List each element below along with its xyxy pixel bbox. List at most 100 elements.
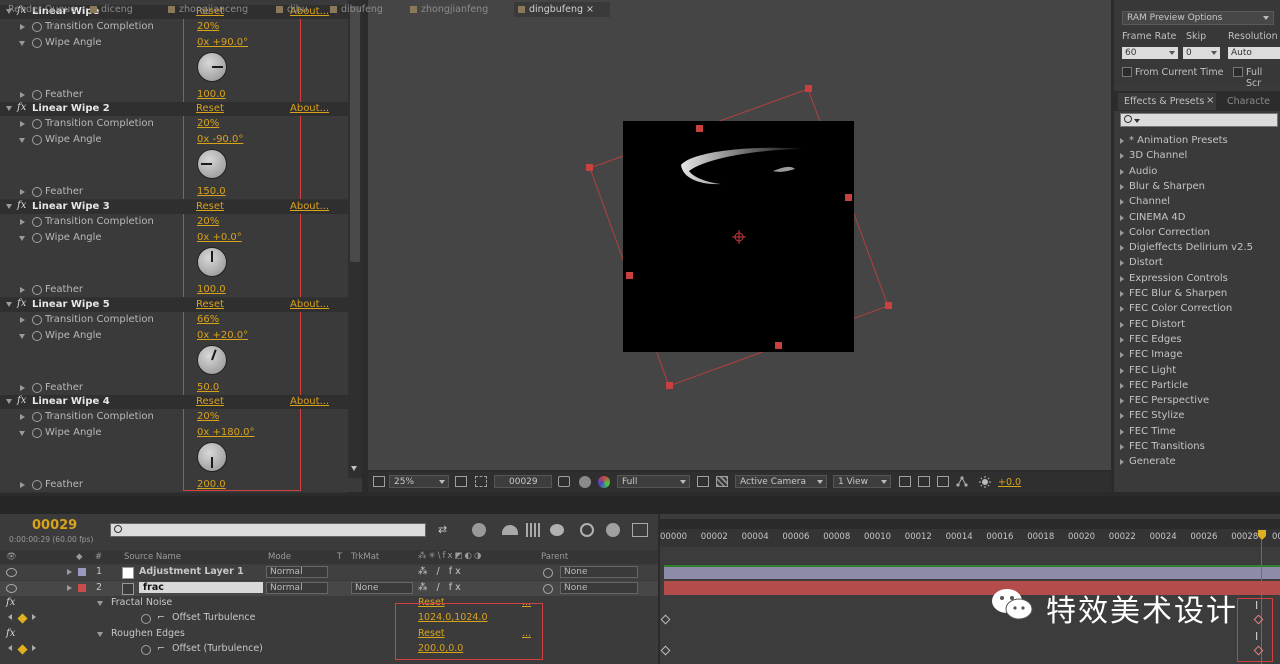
shy-layers-icon[interactable] bbox=[502, 525, 518, 535]
expand-triangle-icon[interactable] bbox=[20, 24, 25, 30]
skip-dropdown[interactable]: 0 bbox=[1183, 47, 1220, 59]
effects-category-item[interactable]: Digieffects Delirium v2.5 bbox=[1129, 242, 1253, 253]
feather-value[interactable]: 150.0 bbox=[197, 186, 226, 197]
effects-category-item[interactable]: FEC Edges bbox=[1129, 334, 1182, 345]
angle-dial[interactable] bbox=[197, 247, 227, 277]
stopwatch-icon[interactable] bbox=[32, 90, 42, 100]
expand-triangle-icon[interactable] bbox=[19, 138, 25, 143]
tab-dibu[interactable]: dibu bbox=[276, 2, 308, 17]
channel-icon[interactable] bbox=[598, 476, 610, 488]
expand-triangle-icon[interactable] bbox=[19, 236, 25, 241]
layer-handle[interactable] bbox=[666, 382, 673, 389]
transition-completion-value[interactable]: 20% bbox=[197, 216, 219, 227]
transition-completion-value[interactable]: 20% bbox=[197, 21, 219, 32]
expand-triangle-icon[interactable] bbox=[67, 585, 72, 591]
expand-triangle-icon[interactable] bbox=[1120, 229, 1124, 236]
stopwatch-icon[interactable] bbox=[141, 645, 151, 655]
effects-category-item[interactable]: Channel bbox=[1129, 196, 1170, 207]
stopwatch-icon[interactable] bbox=[32, 428, 42, 438]
tab-dingbufeng[interactable]: dingbufeng × bbox=[514, 2, 610, 17]
stopwatch-icon[interactable] bbox=[32, 135, 42, 145]
effects-category-item[interactable]: FEC Image bbox=[1129, 349, 1183, 360]
expand-triangle-icon[interactable] bbox=[20, 219, 25, 225]
expand-triangle-icon[interactable] bbox=[1120, 336, 1124, 343]
scroll-down-arrow-icon[interactable] bbox=[351, 466, 357, 471]
wipe-angle-value[interactable]: 0x +90.0° bbox=[197, 37, 248, 48]
effects-category-item[interactable]: FEC Time bbox=[1129, 426, 1176, 437]
ram-preview-options-dropdown[interactable]: RAM Preview Options bbox=[1122, 11, 1274, 25]
effects-category-item[interactable]: FEC Stylize bbox=[1129, 410, 1184, 421]
effects-category-item[interactable]: FEC Perspective bbox=[1129, 395, 1209, 406]
tab-zhongjianceng[interactable]: zhongjianceng bbox=[168, 2, 248, 17]
layer-switches[interactable]: ⁂ / fx bbox=[418, 582, 464, 593]
reset-link[interactable]: Reset bbox=[196, 201, 224, 212]
layer-handle[interactable] bbox=[775, 342, 782, 349]
expand-triangle-icon[interactable] bbox=[1120, 245, 1124, 252]
fast-preview-icon[interactable] bbox=[697, 476, 709, 487]
tab-render-queue[interactable]: Render Queue bbox=[8, 2, 76, 17]
blend-mode-dropdown[interactable]: Normal bbox=[266, 566, 328, 578]
timeline-search-input[interactable] bbox=[110, 523, 426, 537]
expand-triangle-icon[interactable] bbox=[1120, 459, 1124, 466]
wipe-angle-value[interactable]: 0x -90.0° bbox=[197, 134, 243, 145]
motion-blur-icon[interactable] bbox=[550, 524, 564, 536]
wipe-angle-value[interactable]: 0x +20.0° bbox=[197, 330, 248, 341]
about-link[interactable]: About... bbox=[290, 103, 329, 114]
prev-keyframe-icon[interactable] bbox=[8, 614, 12, 620]
exposure-icon[interactable] bbox=[979, 476, 991, 488]
expand-triangle-icon[interactable] bbox=[1120, 260, 1124, 267]
expand-triangle-icon[interactable] bbox=[20, 482, 25, 488]
region-of-interest-icon[interactable] bbox=[475, 476, 487, 487]
expand-triangle-icon[interactable] bbox=[1120, 367, 1124, 374]
about-link[interactable]: About... bbox=[290, 396, 329, 407]
expand-triangle-icon[interactable] bbox=[67, 569, 72, 575]
eye-icon[interactable] bbox=[6, 584, 17, 593]
close-icon[interactable]: × bbox=[583, 4, 594, 15]
stopwatch-icon[interactable] bbox=[32, 38, 42, 48]
parent-dropdown[interactable]: None bbox=[560, 566, 638, 578]
toggle-pixel-aspect-icon[interactable] bbox=[899, 476, 911, 487]
expand-triangle-icon[interactable] bbox=[6, 106, 12, 111]
expand-triangle-icon[interactable] bbox=[20, 414, 25, 420]
feather-value[interactable]: 50.0 bbox=[197, 382, 219, 393]
expand-triangle-icon[interactable] bbox=[1120, 321, 1124, 328]
view-options-icon[interactable] bbox=[918, 476, 930, 487]
effects-category-item[interactable]: FEC Particle bbox=[1129, 380, 1188, 391]
resolution-dropdown[interactable]: Full bbox=[617, 475, 690, 488]
wipe-angle-value[interactable]: 0x +180.0° bbox=[197, 427, 254, 438]
view-layout-dropdown[interactable]: 1 View bbox=[833, 475, 891, 488]
close-icon[interactable]: × bbox=[1206, 95, 1214, 106]
frame-rate-dropdown[interactable]: 60 bbox=[1122, 47, 1178, 59]
stopwatch-icon[interactable] bbox=[32, 480, 42, 490]
current-time-field[interactable]: 00029 bbox=[494, 475, 552, 488]
scrollbar-thumb[interactable] bbox=[350, 6, 360, 262]
stopwatch-icon[interactable] bbox=[32, 22, 42, 32]
expand-triangle-icon[interactable] bbox=[6, 204, 12, 209]
from-current-time-checkbox[interactable] bbox=[1122, 67, 1132, 77]
wipe-angle-value[interactable]: 0x +0.0° bbox=[197, 232, 242, 243]
expand-triangle-icon[interactable] bbox=[1120, 444, 1124, 450]
layer-name[interactable]: Adjustment Layer 1 bbox=[139, 566, 244, 577]
effects-category-item[interactable]: FEC Transitions bbox=[1129, 441, 1205, 452]
expand-triangle-icon[interactable] bbox=[1120, 398, 1124, 405]
frame-blending-icon[interactable] bbox=[526, 523, 540, 537]
fx-icon[interactable]: fx bbox=[17, 200, 26, 211]
angle-dial[interactable] bbox=[197, 52, 227, 82]
next-keyframe-icon[interactable] bbox=[32, 645, 36, 651]
stopwatch-icon[interactable] bbox=[32, 315, 42, 325]
expand-triangle-icon[interactable] bbox=[20, 189, 25, 195]
stopwatch-icon[interactable] bbox=[32, 285, 42, 295]
camera-snapshot-icon[interactable] bbox=[558, 476, 570, 487]
fx-icon[interactable]: fx bbox=[17, 102, 26, 113]
layer-handle[interactable] bbox=[626, 272, 633, 279]
stopwatch-icon[interactable] bbox=[32, 331, 42, 341]
expand-triangle-icon[interactable] bbox=[20, 385, 25, 391]
always-preview-icon[interactable] bbox=[373, 476, 385, 487]
effects-category-item[interactable]: Audio bbox=[1129, 166, 1157, 177]
trkmat-dropdown[interactable]: None bbox=[351, 582, 413, 594]
effects-category-item[interactable]: Blur & Sharpen bbox=[1129, 181, 1205, 192]
fit-icon[interactable] bbox=[455, 476, 467, 487]
expand-triangle-icon[interactable] bbox=[19, 334, 25, 339]
eye-icon[interactable] bbox=[6, 568, 17, 577]
parent-pickwhip-icon[interactable] bbox=[543, 568, 553, 578]
